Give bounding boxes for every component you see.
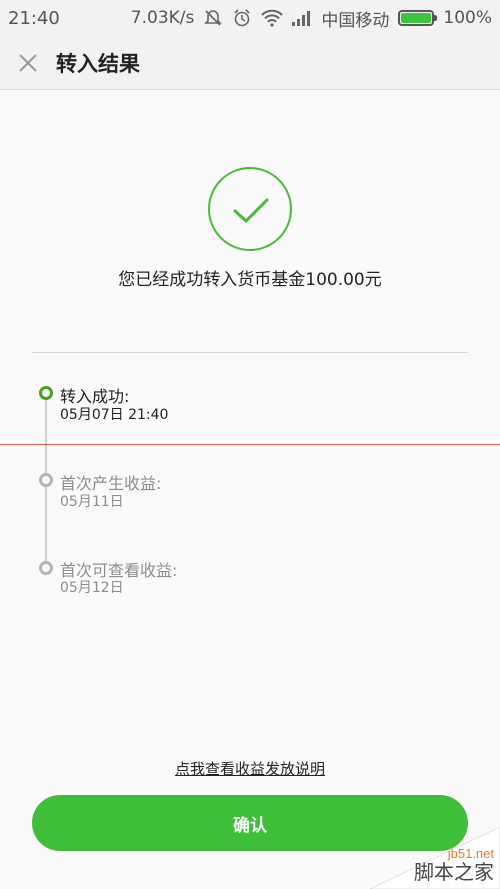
timeline-date: 05月11日 [60, 494, 124, 510]
timeline-dot-pending [39, 561, 53, 575]
check-icon [208, 167, 292, 251]
timeline-date: 05月12日 [60, 580, 124, 596]
page-title: 转入结果 [56, 51, 140, 76]
title-bar: 转入结果 [0, 36, 500, 90]
alarm-icon [232, 8, 252, 28]
watermark-name: 脚本之家 [414, 862, 494, 884]
carrier-name: 中国移动 [321, 10, 390, 31]
status-time: 21:40 [8, 7, 60, 29]
close-icon [19, 53, 37, 72]
divider [32, 352, 468, 353]
success-message: 您已经成功转入货币基金100.00元 [118, 270, 382, 290]
watermark: jb51.net 脚本之家 [350, 809, 500, 889]
wifi-icon [261, 9, 284, 27]
divider-red [0, 444, 500, 445]
timeline-date: 05月07日 21:40 [60, 407, 169, 423]
status-right: 7.03K/s 中国移动 100% [131, 6, 492, 31]
timeline-dot-active [39, 386, 53, 400]
network-speed: 7.03K/s [130, 8, 195, 28]
close-button[interactable] [0, 36, 56, 90]
explain-link[interactable]: 点我查看收益发放说明 [0, 758, 500, 779]
mute-icon [203, 8, 223, 28]
signal-icon [292, 10, 312, 26]
timeline-dot-pending [39, 473, 53, 487]
status-bar: 21:40 7.03K/s 中国移动 100% [0, 0, 500, 36]
battery-icon [398, 10, 438, 26]
battery-level: 100% [443, 8, 492, 28]
